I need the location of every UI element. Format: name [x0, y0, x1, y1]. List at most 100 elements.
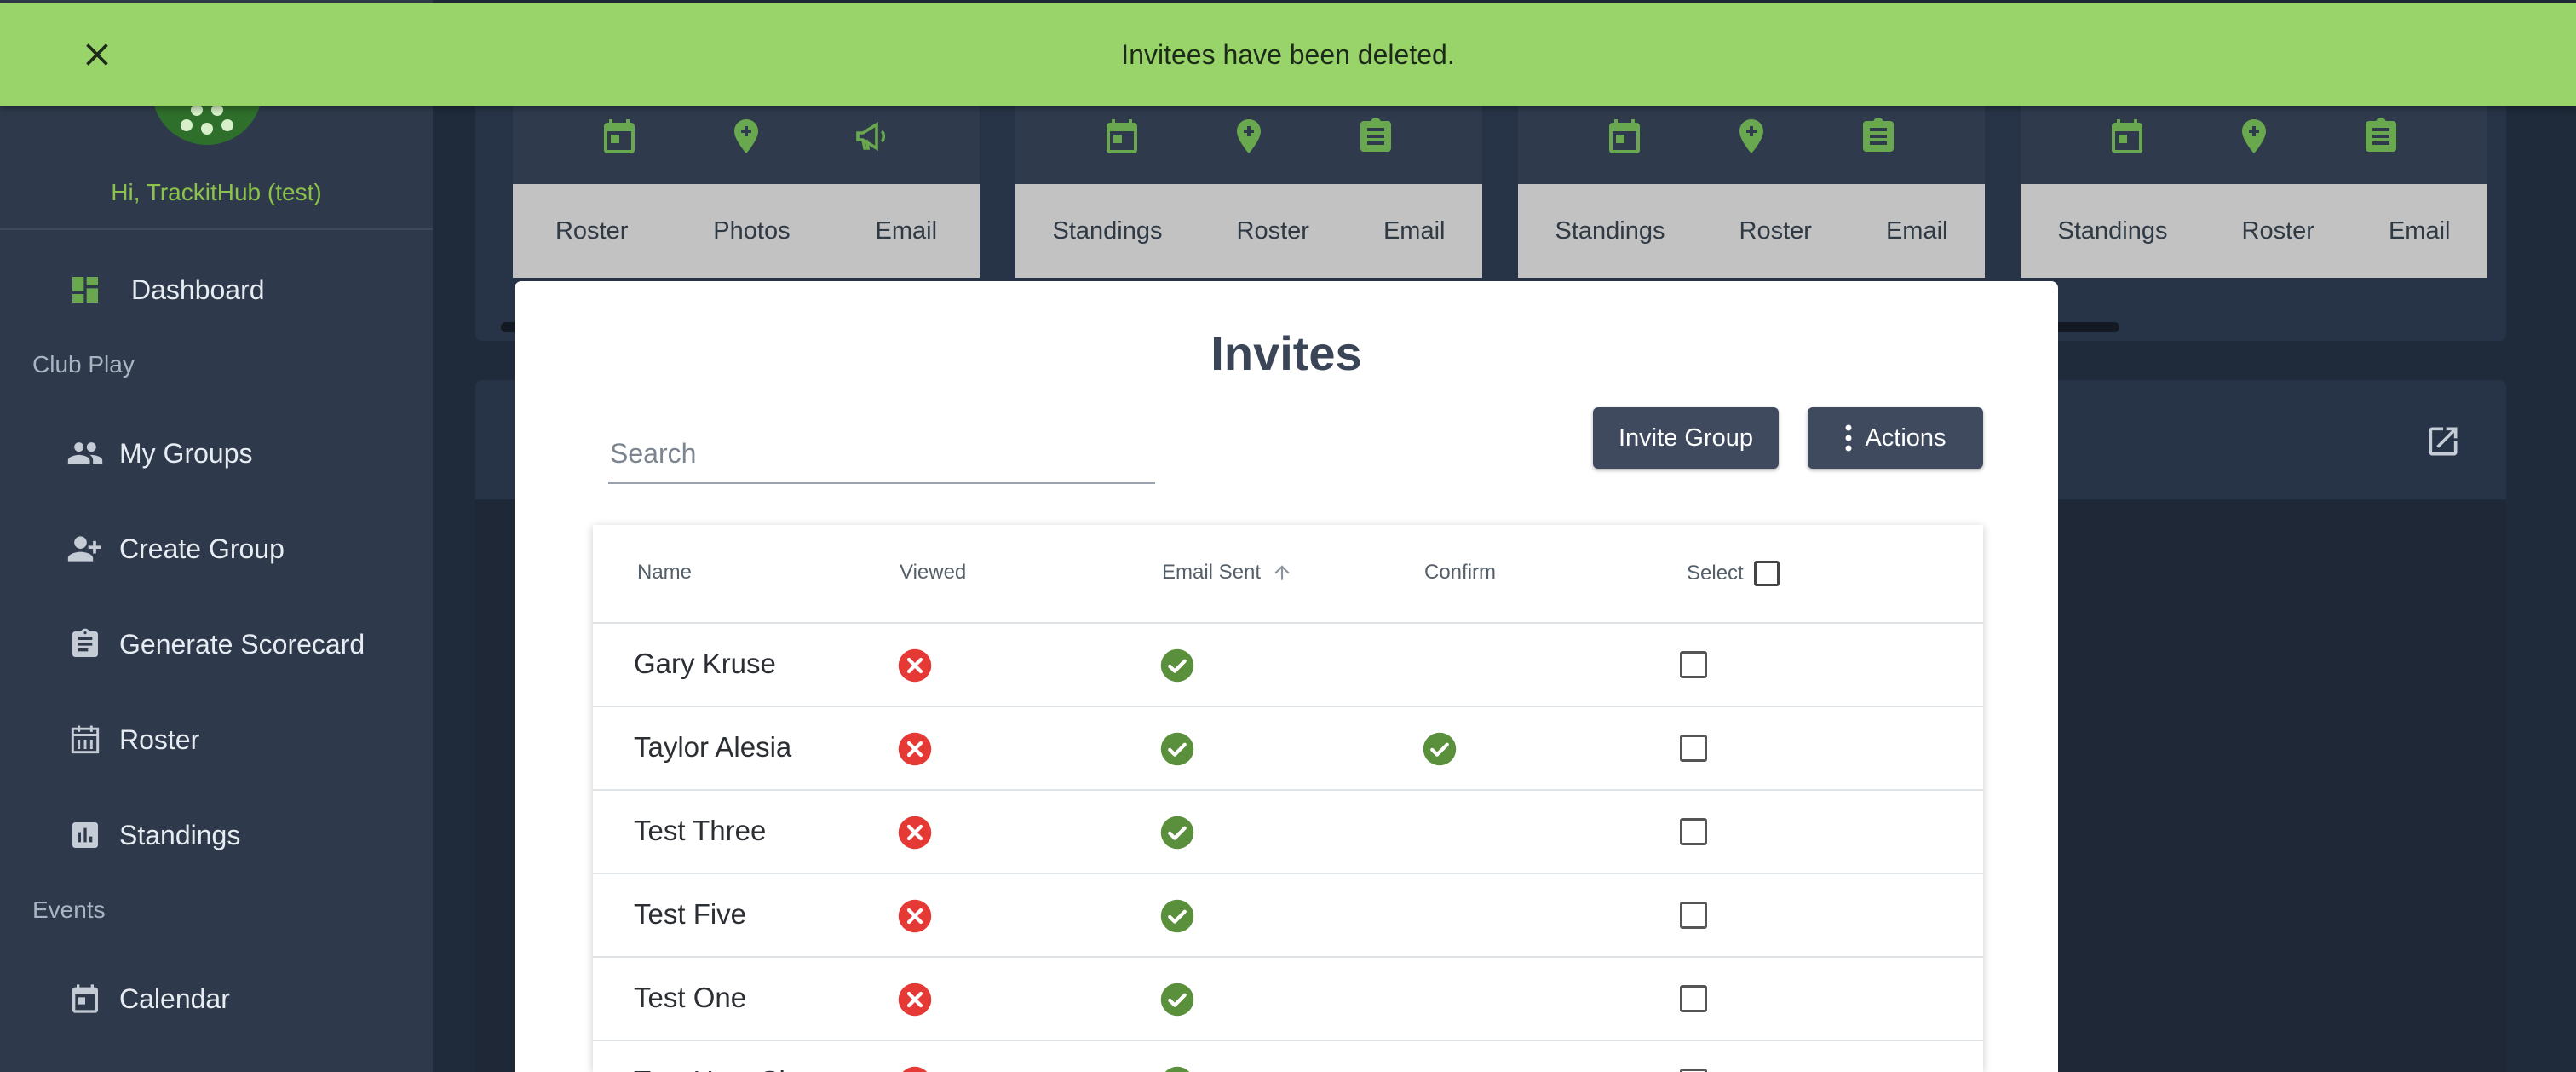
notification-banner: Invitees have been deleted.: [0, 3, 2576, 106]
check-circle-icon: [1159, 1065, 1195, 1072]
row-select-checkbox[interactable]: [1680, 1069, 1707, 1072]
card-link-standings[interactable]: Standings: [1053, 217, 1163, 245]
sidebar-item-my-groups[interactable]: My Groups: [66, 435, 252, 472]
check-circle-icon: [1159, 982, 1195, 1017]
card-link-email[interactable]: Email: [2389, 217, 2451, 245]
card-link-standings[interactable]: Standings: [2058, 217, 2168, 245]
clipboard-icon: [66, 625, 104, 663]
table-header: Name Viewed Email Sent Confirm Select: [593, 525, 1983, 624]
row-select-checkbox[interactable]: [1680, 818, 1707, 845]
sidebar-item-label: Dashboard: [131, 274, 265, 305]
card-link-roster[interactable]: Roster: [1739, 217, 1812, 245]
more-vert-icon: [1845, 424, 1852, 452]
row-select-checkbox[interactable]: [1680, 735, 1707, 762]
card-link-roster[interactable]: Roster: [1237, 217, 1309, 245]
cancel-circle-icon: [897, 1065, 933, 1072]
column-confirm[interactable]: Confirm: [1424, 561, 1496, 585]
notification-message: Invitees have been deleted.: [1121, 38, 1455, 70]
sidebar-item-label: Roster: [119, 723, 200, 755]
cancel-circle-icon: [897, 731, 933, 767]
group-card: Roster Photos Email: [513, 85, 980, 278]
card-link-photos[interactable]: Photos: [713, 217, 790, 245]
invitee-name: Test Five: [634, 898, 747, 930]
sidebar-divider: [0, 228, 433, 230]
card-link-roster[interactable]: Roster: [555, 217, 628, 245]
sidebar-item-calendar[interactable]: Calendar: [66, 980, 230, 1017]
sidebar-item-standings[interactable]: Standings: [66, 816, 240, 854]
group-card: Standings Roster Email: [1015, 85, 1482, 278]
card-link-email[interactable]: Email: [1886, 217, 1948, 245]
section-events: Events: [32, 896, 106, 923]
clipboard-icon[interactable]: [2360, 114, 2401, 158]
check-circle-icon: [1159, 648, 1195, 683]
location-pin-icon[interactable]: [1228, 114, 1269, 158]
add-person-icon: [66, 530, 104, 568]
sidebar-item-label: Generate Scorecard: [119, 628, 365, 660]
card-link-roster[interactable]: Roster: [2242, 217, 2314, 245]
clipboard-icon[interactable]: [1355, 114, 1396, 158]
column-viewed[interactable]: Viewed: [900, 561, 966, 585]
sidebar-item-label: Calendar: [119, 983, 230, 1014]
check-circle-icon: [1159, 898, 1195, 934]
group-card: Standings Roster Email: [2021, 85, 2487, 278]
table-row[interactable]: Gary Kruse: [593, 624, 1983, 707]
actions-button[interactable]: Actions: [1808, 407, 1983, 469]
invite-group-button[interactable]: Invite Group: [1593, 407, 1779, 469]
invitee-name: Test One: [634, 982, 747, 1013]
card-link-standings[interactable]: Standings: [1555, 217, 1665, 245]
modal-title: Invites: [1210, 326, 1362, 380]
invitee-name: Test Three: [634, 815, 767, 846]
sort-arrow-up-icon: [1274, 565, 1290, 580]
table-row[interactable]: Test User Six: [593, 1041, 1983, 1072]
table-row[interactable]: Taylor Alesia: [593, 707, 1983, 791]
row-select-checkbox[interactable]: [1680, 651, 1707, 678]
location-pin-icon[interactable]: [2234, 114, 2274, 158]
sidebar-item-create-group[interactable]: Create Group: [66, 530, 285, 568]
calendar-icon[interactable]: [1101, 114, 1142, 158]
sidebar-item-generate-scorecard[interactable]: Generate Scorecard: [66, 625, 365, 663]
sidebar-item-label: Standings: [119, 819, 241, 850]
invites-table: Name Viewed Email Sent Confirm Select Ga…: [593, 525, 1983, 1072]
roster-icon: [66, 721, 104, 758]
row-select-checkbox[interactable]: [1680, 902, 1707, 929]
invitee-name: Gary Kruse: [634, 648, 776, 679]
close-icon[interactable]: [78, 36, 116, 73]
calendar-icon[interactable]: [2107, 114, 2148, 158]
select-all-checkbox[interactable]: [1753, 561, 1780, 586]
group-card: Standings Roster Email: [1518, 85, 1985, 278]
table-row[interactable]: Test Five: [593, 874, 1983, 958]
invite-group-label: Invite Group: [1619, 424, 1753, 452]
column-email-sent[interactable]: Email Sent: [1162, 561, 1293, 585]
location-pin-icon[interactable]: [1731, 114, 1772, 158]
card-link-email[interactable]: Email: [876, 217, 938, 245]
cancel-circle-icon: [897, 815, 933, 850]
open-external-icon[interactable]: [2424, 423, 2462, 460]
sidebar-item-label: Create Group: [119, 533, 285, 564]
calendar-icon[interactable]: [599, 114, 640, 158]
column-name[interactable]: Name: [637, 561, 692, 585]
check-circle-icon: [1159, 815, 1195, 850]
search-input[interactable]: [608, 424, 1155, 484]
clipboard-icon[interactable]: [1858, 114, 1899, 158]
sidebar-item-roster[interactable]: Roster: [66, 721, 199, 758]
location-pin-icon[interactable]: [726, 114, 767, 158]
card-link-email[interactable]: Email: [1383, 217, 1446, 245]
calendar-icon[interactable]: [1604, 114, 1645, 158]
table-row[interactable]: Test Three: [593, 791, 1983, 874]
cancel-circle-icon: [897, 648, 933, 683]
row-select-checkbox[interactable]: [1680, 985, 1707, 1012]
table-row[interactable]: Test One: [593, 958, 1983, 1041]
check-circle-icon: [1422, 731, 1458, 767]
cancel-circle-icon: [897, 898, 933, 934]
section-club-play: Club Play: [32, 351, 135, 378]
group-icon: [66, 435, 104, 472]
megaphone-icon[interactable]: [853, 114, 894, 158]
sidebar-item-dashboard[interactable]: Dashboard: [66, 271, 265, 308]
invitee-name: Test User Six: [634, 1065, 799, 1072]
check-circle-icon: [1159, 731, 1195, 767]
invitee-name: Taylor Alesia: [634, 731, 792, 763]
bar-chart-icon: [66, 816, 104, 854]
dashboard-icon: [66, 271, 104, 308]
invites-modal: Invites Invite Group Actions Name Viewed…: [515, 281, 2058, 1072]
sidebar: Hi, TrackitHub (test) Dashboard Club Pla…: [0, 0, 433, 1072]
